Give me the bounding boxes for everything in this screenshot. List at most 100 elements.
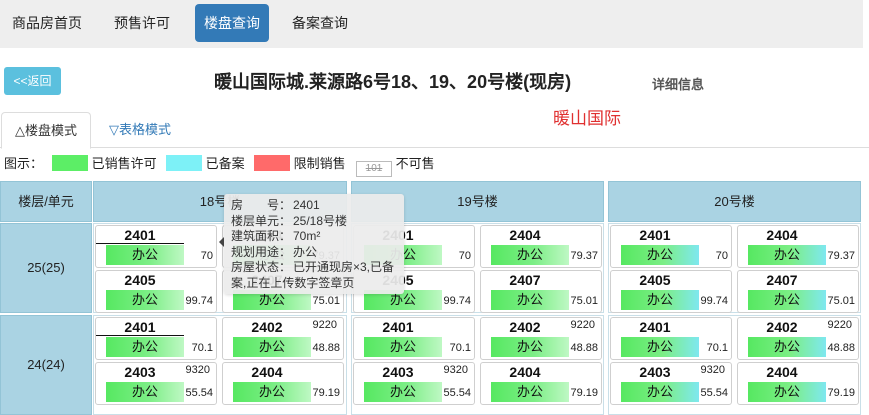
floor-label: 25(25)	[0, 223, 92, 313]
room-unit[interactable]: 2402 9220 办公 48.88	[737, 317, 859, 360]
room-use-bar: 办公	[233, 382, 311, 402]
room-code: 9220	[827, 319, 852, 331]
room-number: 2402	[251, 319, 283, 335]
room-code: 9320	[443, 364, 468, 376]
room-number: 2407	[766, 272, 798, 288]
room-unit[interactable]: 2407 办公75.01	[480, 270, 602, 313]
tooltip-key: 房 号：	[231, 198, 292, 212]
nav-home[interactable]: 商品房首页	[3, 4, 91, 42]
tooltip-line: 房屋状态： 已开通现房×3,已备	[231, 260, 397, 276]
room-area: 75.01	[827, 295, 855, 307]
room-code: 9320	[700, 364, 725, 376]
room-unit[interactable]: 2405 办公99.74	[610, 270, 732, 313]
room-use-bar: 办公	[106, 290, 184, 310]
legend-label: 限制销售	[293, 156, 346, 171]
tooltip-value: 2401	[293, 198, 320, 212]
room-unit[interactable]: 2403 9320 办公 55.54	[610, 362, 732, 405]
room-unit[interactable]: 2404 办公 79.19	[480, 362, 602, 405]
room-number: 2403	[639, 364, 671, 380]
room-use-bar: 办公	[491, 337, 569, 357]
room-use-bar: 办公	[491, 245, 569, 265]
room-unit[interactable]: 2403 9320 办公 55.54	[95, 362, 217, 405]
legend-item-restricted: 限制销售	[254, 153, 346, 172]
legend-item-filed: 已备案	[166, 153, 245, 172]
tooltip-key: 房屋状态：	[231, 260, 292, 274]
room-number: 2405	[639, 272, 671, 288]
room-unit[interactable]: 2403 9320 办公 55.54	[353, 362, 475, 405]
room-area: 70	[715, 250, 728, 262]
tab-building-mode[interactable]: △楼盘模式	[1, 112, 91, 149]
room-unit[interactable]: 2404 办公79.37	[480, 225, 602, 268]
nav-building-query[interactable]: 楼盘查询	[195, 4, 269, 42]
room-unit[interactable]: 2405 办公99.74	[95, 270, 217, 313]
room-area: 79.19	[312, 387, 340, 399]
room-unit[interactable]: 2407 办公75.01	[737, 270, 859, 313]
room-unit[interactable]: 2402 9220 办公 48.88	[222, 317, 344, 360]
room-number: 2402	[509, 319, 541, 335]
room-number: 2404	[509, 364, 541, 380]
room-area: 70	[200, 250, 213, 262]
view-tabs: △楼盘模式 ▽表格模式	[0, 112, 869, 149]
room-use-bar: 办公	[748, 245, 826, 265]
legend-swatch-cyan	[166, 155, 202, 171]
room-use-bar: 办公	[748, 337, 826, 357]
tooltip-value: 已开通现房×3,已备	[293, 260, 395, 274]
tooltip-value: 70m²	[293, 229, 321, 243]
tooltip-line: 建筑面积： 70m²	[231, 229, 397, 245]
room-tooltip: 房 号： 2401 楼层单元： 25/18号楼 建筑面积： 70m² 规划用途： 办公 房屋状态…	[219, 194, 404, 294]
back-button[interactable]: <<返回	[4, 67, 61, 95]
room-area: 79.37	[827, 250, 855, 262]
room-unit[interactable]: 2401办公70	[610, 225, 732, 268]
room-use-bar: 办公	[106, 337, 184, 357]
room-area: 70	[458, 250, 471, 262]
room-area: 75.01	[312, 295, 340, 307]
building-header: 20号楼	[608, 181, 861, 222]
detail-info-link[interactable]: 详细信息	[652, 74, 704, 93]
room-number: 2401	[96, 319, 184, 336]
legend-item-sold-permit: 已销售许可	[52, 153, 157, 172]
tooltip-line: 楼层单元： 25/18号楼	[231, 214, 397, 230]
room-unit[interactable]: 2404 办公 79.19	[737, 362, 859, 405]
room-area: 99.74	[185, 295, 213, 307]
room-unit[interactable]: 2404 办公79.37	[737, 225, 859, 268]
tab-table-mode[interactable]: ▽表格模式	[96, 112, 184, 149]
room-number: 2402	[766, 319, 798, 335]
room-area: 70.1	[706, 342, 728, 354]
room-use-bar: 办公	[233, 337, 311, 357]
legend-label: 已备案	[205, 156, 245, 171]
grid-corner-header: 楼层/单元	[0, 181, 92, 222]
room-number: 2403	[382, 364, 414, 380]
room-number: 2407	[509, 272, 541, 288]
room-number: 2401	[382, 319, 414, 335]
room-area: 55.54	[443, 387, 471, 399]
tooltip-key: 建筑面积：	[231, 229, 292, 243]
room-area: 55.54	[185, 387, 213, 399]
nav-filing-query[interactable]: 备案查询	[283, 4, 357, 42]
room-use-bar: 办公	[364, 382, 442, 402]
nav-presale-permit[interactable]: 预售许可	[105, 4, 179, 42]
room-number: 2404	[251, 364, 283, 380]
room-number: 2401	[639, 319, 671, 335]
floor-label: 24(24)	[0, 315, 92, 415]
legend-item-not-for-sale: 101 不可售	[356, 153, 435, 177]
room-unit[interactable]: 2402 9220 办公 48.88	[480, 317, 602, 360]
room-number: 2401	[639, 227, 671, 243]
room-area: 48.88	[827, 342, 855, 354]
room-area: 70.1	[449, 342, 471, 354]
room-unit[interactable]: 2401 办公 70.1	[610, 317, 732, 360]
room-unit[interactable]: 2404 办公 79.19	[222, 362, 344, 405]
room-use-bar: 办公	[748, 382, 826, 402]
room-use-bar: 办公	[106, 382, 184, 402]
tooltip-wrap-text: 案,正在上传数字签章页	[231, 275, 355, 290]
room-unit[interactable]: 2401 办公 70.1	[95, 317, 217, 360]
room-use-bar: 办公	[621, 382, 699, 402]
room-unit[interactable]: 2401 办公 70.1	[353, 317, 475, 360]
room-number: 2404	[766, 227, 798, 243]
tooltip-key: 规划用途：	[231, 244, 292, 259]
room-unit[interactable]: 2401办公70	[95, 225, 217, 268]
room-code: 9220	[570, 319, 595, 331]
room-use-bar: 办公	[748, 290, 826, 310]
room-use-bar: 办公	[364, 337, 442, 357]
tooltip-caret	[219, 237, 224, 247]
tooltip-line: 房 号： 2401	[231, 198, 397, 214]
